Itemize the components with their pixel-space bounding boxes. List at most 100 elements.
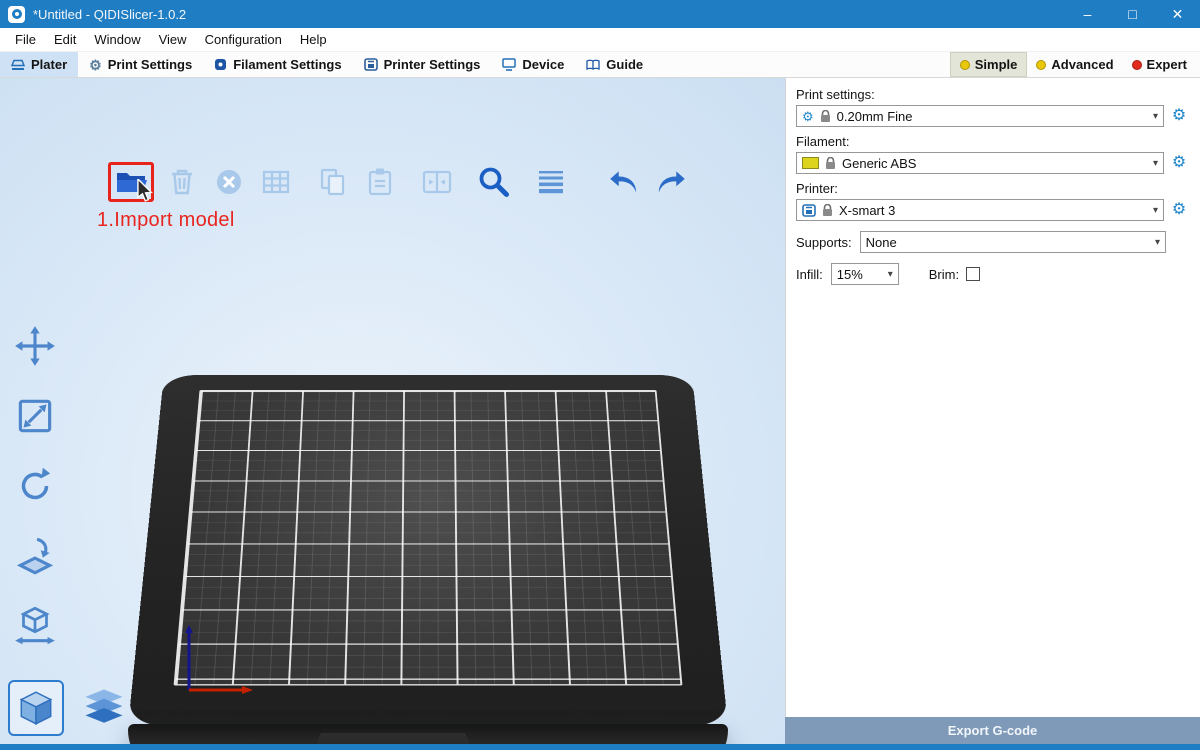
measure-tool-button[interactable]	[6, 598, 64, 654]
menu-item-help[interactable]: Help	[291, 29, 336, 50]
scale-icon	[12, 393, 58, 439]
device-tab-icon	[502, 58, 516, 71]
printer-settings-tab-icon	[364, 58, 378, 71]
filament-combo[interactable]: Generic ABS ▾	[796, 152, 1164, 174]
copy-icon	[316, 165, 350, 199]
move-tool-button[interactable]	[6, 318, 64, 374]
measure-icon	[12, 603, 58, 649]
import-model-annotation: 1.Import model	[97, 209, 235, 232]
print-settings-gear-button[interactable]: ⚙	[1170, 108, 1188, 124]
mode-switcher: Simple Advanced Expert	[950, 52, 1200, 77]
tab-bar: Plater ⚙ Print Settings Filament Setting…	[0, 52, 1200, 78]
delete-button[interactable]	[163, 162, 201, 202]
tab-plater[interactable]: Plater	[0, 52, 78, 77]
printer-label: Printer:	[796, 181, 1188, 196]
menu-bar: File Edit Window View Configuration Help	[0, 28, 1200, 52]
tab-print-settings[interactable]: ⚙ Print Settings	[78, 52, 203, 77]
simple-mode-icon	[960, 60, 970, 70]
tab-printer-settings[interactable]: Printer Settings	[353, 52, 492, 77]
delete-all-icon	[212, 165, 246, 199]
search-button[interactable]	[475, 162, 513, 202]
lock-icon	[822, 204, 833, 217]
lock-icon	[825, 157, 836, 170]
3d-cube-icon	[15, 687, 57, 729]
plater-icon	[11, 59, 25, 71]
printer-icon	[802, 204, 816, 217]
filament-value: Generic ABS	[842, 156, 916, 171]
dropdown-arrow-icon: ▾	[1153, 158, 1158, 169]
redo-button[interactable]	[652, 162, 690, 202]
tab-filament-settings[interactable]: Filament Settings	[203, 52, 352, 77]
editor-3d-view-button[interactable]	[8, 680, 64, 736]
dropdown-arrow-icon: ▾	[1153, 205, 1158, 216]
infill-value: 15%	[837, 267, 863, 282]
tab-guide[interactable]: Guide	[575, 52, 654, 77]
tab-label: Guide	[606, 57, 643, 72]
menu-item-window[interactable]: Window	[85, 29, 149, 50]
mode-label: Advanced	[1051, 57, 1113, 72]
mode-label: Simple	[975, 57, 1018, 72]
menu-item-configuration[interactable]: Configuration	[196, 29, 291, 50]
guide-tab-icon	[586, 59, 600, 71]
filament-gear-button[interactable]: ⚙	[1170, 155, 1188, 171]
minimize-button[interactable]: –	[1065, 0, 1110, 28]
paste-icon	[363, 165, 397, 199]
print-settings-value: 0.20mm Fine	[837, 109, 913, 124]
dropdown-arrow-icon: ▾	[1155, 237, 1160, 248]
tab-device[interactable]: Device	[491, 52, 575, 77]
supports-combo[interactable]: None ▾	[860, 231, 1166, 253]
close-button[interactable]: ✕	[1155, 0, 1200, 28]
infill-label: Infill:	[796, 267, 823, 282]
object-toolbar	[108, 162, 690, 202]
lock-icon	[820, 110, 831, 123]
3d-viewport[interactable]: 1.Import model	[0, 78, 785, 744]
tab-label: Print Settings	[108, 57, 193, 72]
move-icon	[12, 323, 58, 369]
export-gcode-button[interactable]: Export G-code	[785, 717, 1200, 744]
filament-color-swatch	[802, 157, 819, 169]
window-bottom-border	[0, 744, 1200, 750]
rotate-tool-button[interactable]	[6, 458, 64, 514]
place-on-face-tool-button[interactable]	[6, 528, 64, 584]
copy-button[interactable]	[314, 162, 352, 202]
scale-tool-button[interactable]	[6, 388, 64, 444]
arrange-button[interactable]	[257, 162, 295, 202]
paste-button[interactable]	[361, 162, 399, 202]
menu-item-view[interactable]: View	[150, 29, 196, 50]
redo-icon	[653, 164, 689, 200]
tab-label: Plater	[31, 57, 67, 72]
bed-handle-notch	[303, 733, 483, 744]
dropdown-arrow-icon: ▾	[888, 269, 893, 280]
settings-sidebar: Print settings: ⚙ 0.20mm Fine ▾ ⚙ Filame…	[785, 78, 1200, 717]
maximize-button[interactable]: □	[1110, 0, 1155, 28]
infill-combo[interactable]: 15% ▾	[831, 263, 899, 285]
menu-item-edit[interactable]: Edit	[45, 29, 85, 50]
printer-gear-button[interactable]: ⚙	[1170, 202, 1188, 218]
preset-gear-icon: ⚙	[802, 110, 814, 123]
layers-preview-icon	[80, 686, 128, 730]
mode-simple[interactable]: Simple	[950, 52, 1028, 77]
filament-settings-tab-icon	[214, 58, 227, 71]
undo-button[interactable]	[605, 162, 643, 202]
delete-all-button[interactable]	[210, 162, 248, 202]
delete-icon	[165, 165, 199, 199]
variable-layer-height-button[interactable]	[532, 162, 570, 202]
window-controls: – □ ✕	[1065, 0, 1200, 28]
mouse-cursor-icon	[136, 179, 154, 203]
mode-expert[interactable]: Expert	[1123, 52, 1196, 77]
split-objects-button[interactable]	[418, 162, 456, 202]
printer-combo[interactable]: X-smart 3 ▾	[796, 199, 1164, 221]
undo-icon	[606, 164, 642, 200]
origin-axes-indicator	[180, 624, 262, 702]
app-window: *Untitled - QIDISlicer-1.0.2 – □ ✕ File …	[0, 0, 1200, 750]
expert-mode-icon	[1132, 60, 1142, 70]
variable-layer-height-icon	[534, 165, 568, 199]
print-settings-combo[interactable]: ⚙ 0.20mm Fine ▾	[796, 105, 1164, 127]
app-logo-icon	[8, 6, 25, 23]
brim-checkbox[interactable]	[966, 267, 980, 281]
mode-advanced[interactable]: Advanced	[1027, 52, 1122, 77]
window-title: *Untitled - QIDISlicer-1.0.2	[33, 7, 186, 22]
menu-item-file[interactable]: File	[6, 29, 45, 50]
gizmo-toolbar	[6, 318, 64, 654]
layers-preview-button[interactable]	[76, 680, 132, 736]
